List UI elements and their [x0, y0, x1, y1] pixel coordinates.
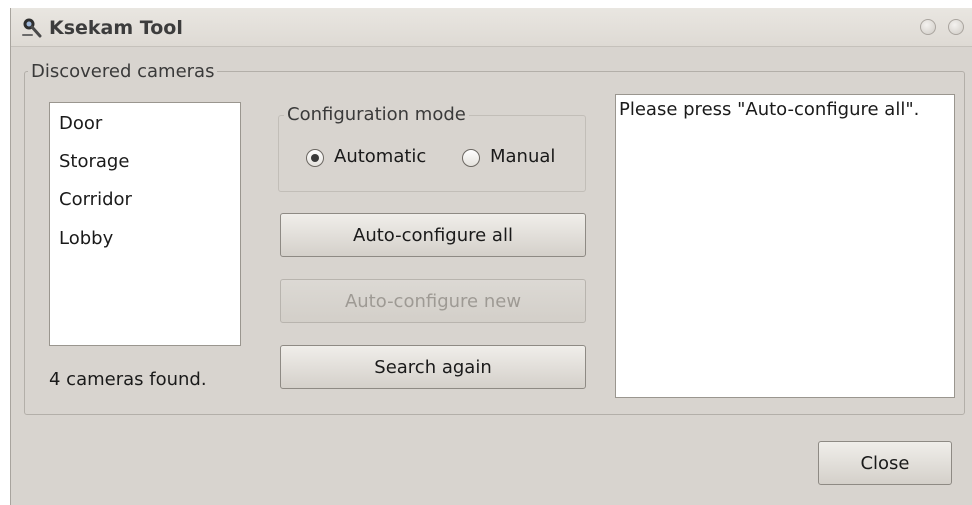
- camera-list[interactable]: Door Storage Corridor Lobby: [49, 102, 241, 346]
- message-box[interactable]: Please press "Auto-configure all".: [615, 94, 955, 398]
- automatic-radio-label[interactable]: Automatic: [334, 146, 426, 167]
- manual-radio-label[interactable]: Manual: [490, 146, 555, 167]
- window-title: Ksekam Tool: [49, 17, 183, 39]
- list-item[interactable]: Lobby: [59, 228, 113, 249]
- auto-configure-all-button[interactable]: Auto-configure all: [280, 213, 586, 257]
- radio-selected-dot: [311, 154, 319, 162]
- camera-icon: [22, 18, 42, 38]
- discovered-cameras-title: Discovered cameras: [28, 61, 218, 82]
- close-button[interactable]: Close: [818, 441, 952, 485]
- list-item[interactable]: Corridor: [59, 189, 132, 210]
- main-window: Ksekam Tool Discovered cameras Door Stor…: [10, 8, 972, 505]
- search-again-button[interactable]: Search again: [280, 345, 586, 389]
- auto-configure-new-button[interactable]: Auto-configure new: [280, 279, 586, 323]
- list-item[interactable]: Door: [59, 113, 102, 134]
- automatic-radio[interactable]: [306, 149, 324, 167]
- list-item[interactable]: Storage: [59, 151, 129, 172]
- maximize-button[interactable]: [948, 19, 964, 35]
- title-bar[interactable]: Ksekam Tool: [11, 8, 972, 47]
- configuration-mode-title: Configuration mode: [284, 104, 469, 125]
- manual-radio[interactable]: [462, 149, 480, 167]
- minimize-button[interactable]: [920, 19, 936, 35]
- cameras-found-status: 4 cameras found.: [49, 369, 207, 390]
